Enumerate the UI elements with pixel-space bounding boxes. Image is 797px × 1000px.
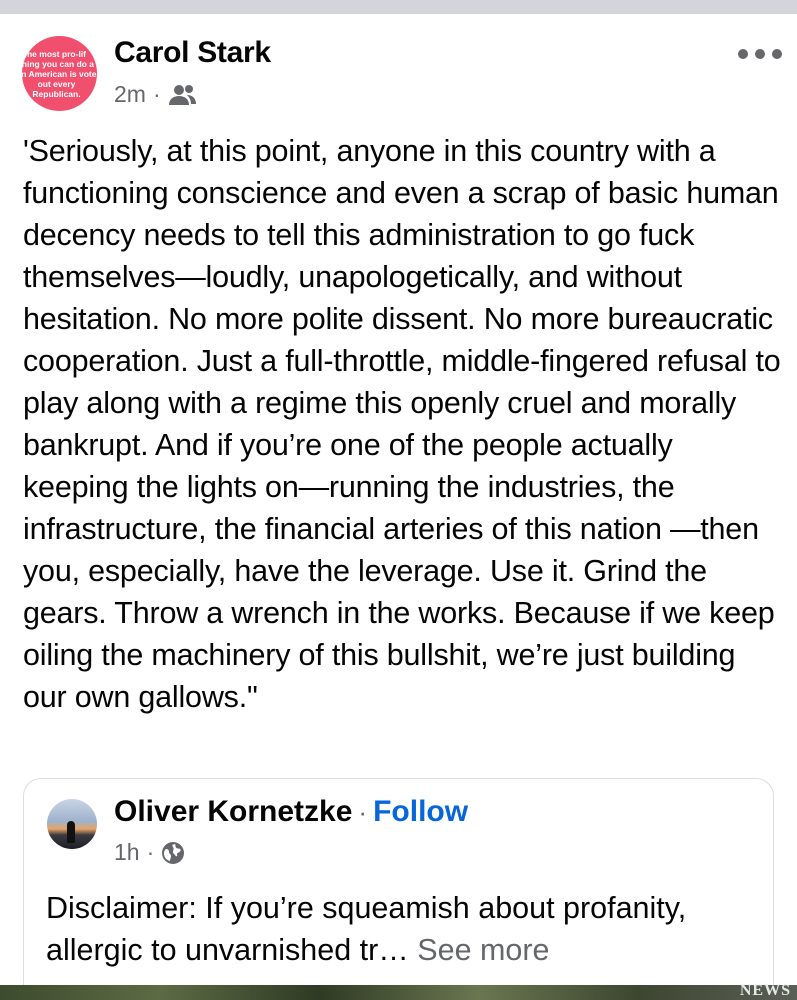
- post-timestamp[interactable]: 2m: [114, 81, 146, 108]
- post-meta: 2m ·: [114, 81, 198, 108]
- shared-post-meta: 1h ·: [114, 839, 185, 866]
- follow-button[interactable]: Follow: [373, 795, 468, 829]
- shared-post-preview: Disclaimer: If you’re squeamish about pr…: [46, 891, 687, 967]
- friends-icon[interactable]: [168, 83, 198, 107]
- author-avatar[interactable]: he most pro-lif thing you can do a an Am…: [22, 36, 97, 111]
- shared-author-row: Oliver Kornetzke · Follow: [114, 795, 468, 829]
- meta-separator: ·: [152, 81, 161, 107]
- news-badge: NEWS: [739, 982, 791, 999]
- shared-author-name[interactable]: Oliver Kornetzke: [114, 795, 352, 829]
- post-header: he most pro-lif thing you can do a an Am…: [22, 36, 782, 116]
- shared-post-card[interactable]: Oliver Kornetzke · Follow 1h · Disclaime…: [23, 778, 774, 1000]
- feed-divider: [0, 0, 797, 14]
- follow-separator: ·: [358, 797, 368, 827]
- see-more-link[interactable]: See more: [417, 933, 549, 967]
- shared-post-timestamp[interactable]: 1h: [114, 839, 140, 866]
- shared-post-text: Disclaimer: If you’re squeamish about pr…: [46, 887, 756, 971]
- shared-meta-separator: ·: [146, 839, 155, 865]
- post-text: 'Seriously, at this point, anyone in thi…: [23, 134, 781, 714]
- avatar-text: he most pro-lif thing you can do a an Am…: [22, 48, 97, 99]
- globe-icon[interactable]: [161, 841, 185, 865]
- more-options-icon[interactable]: [738, 44, 782, 64]
- author-name[interactable]: Carol Stark: [114, 36, 271, 70]
- media-preview[interactable]: [0, 985, 797, 1000]
- shared-author-avatar[interactable]: [47, 799, 97, 849]
